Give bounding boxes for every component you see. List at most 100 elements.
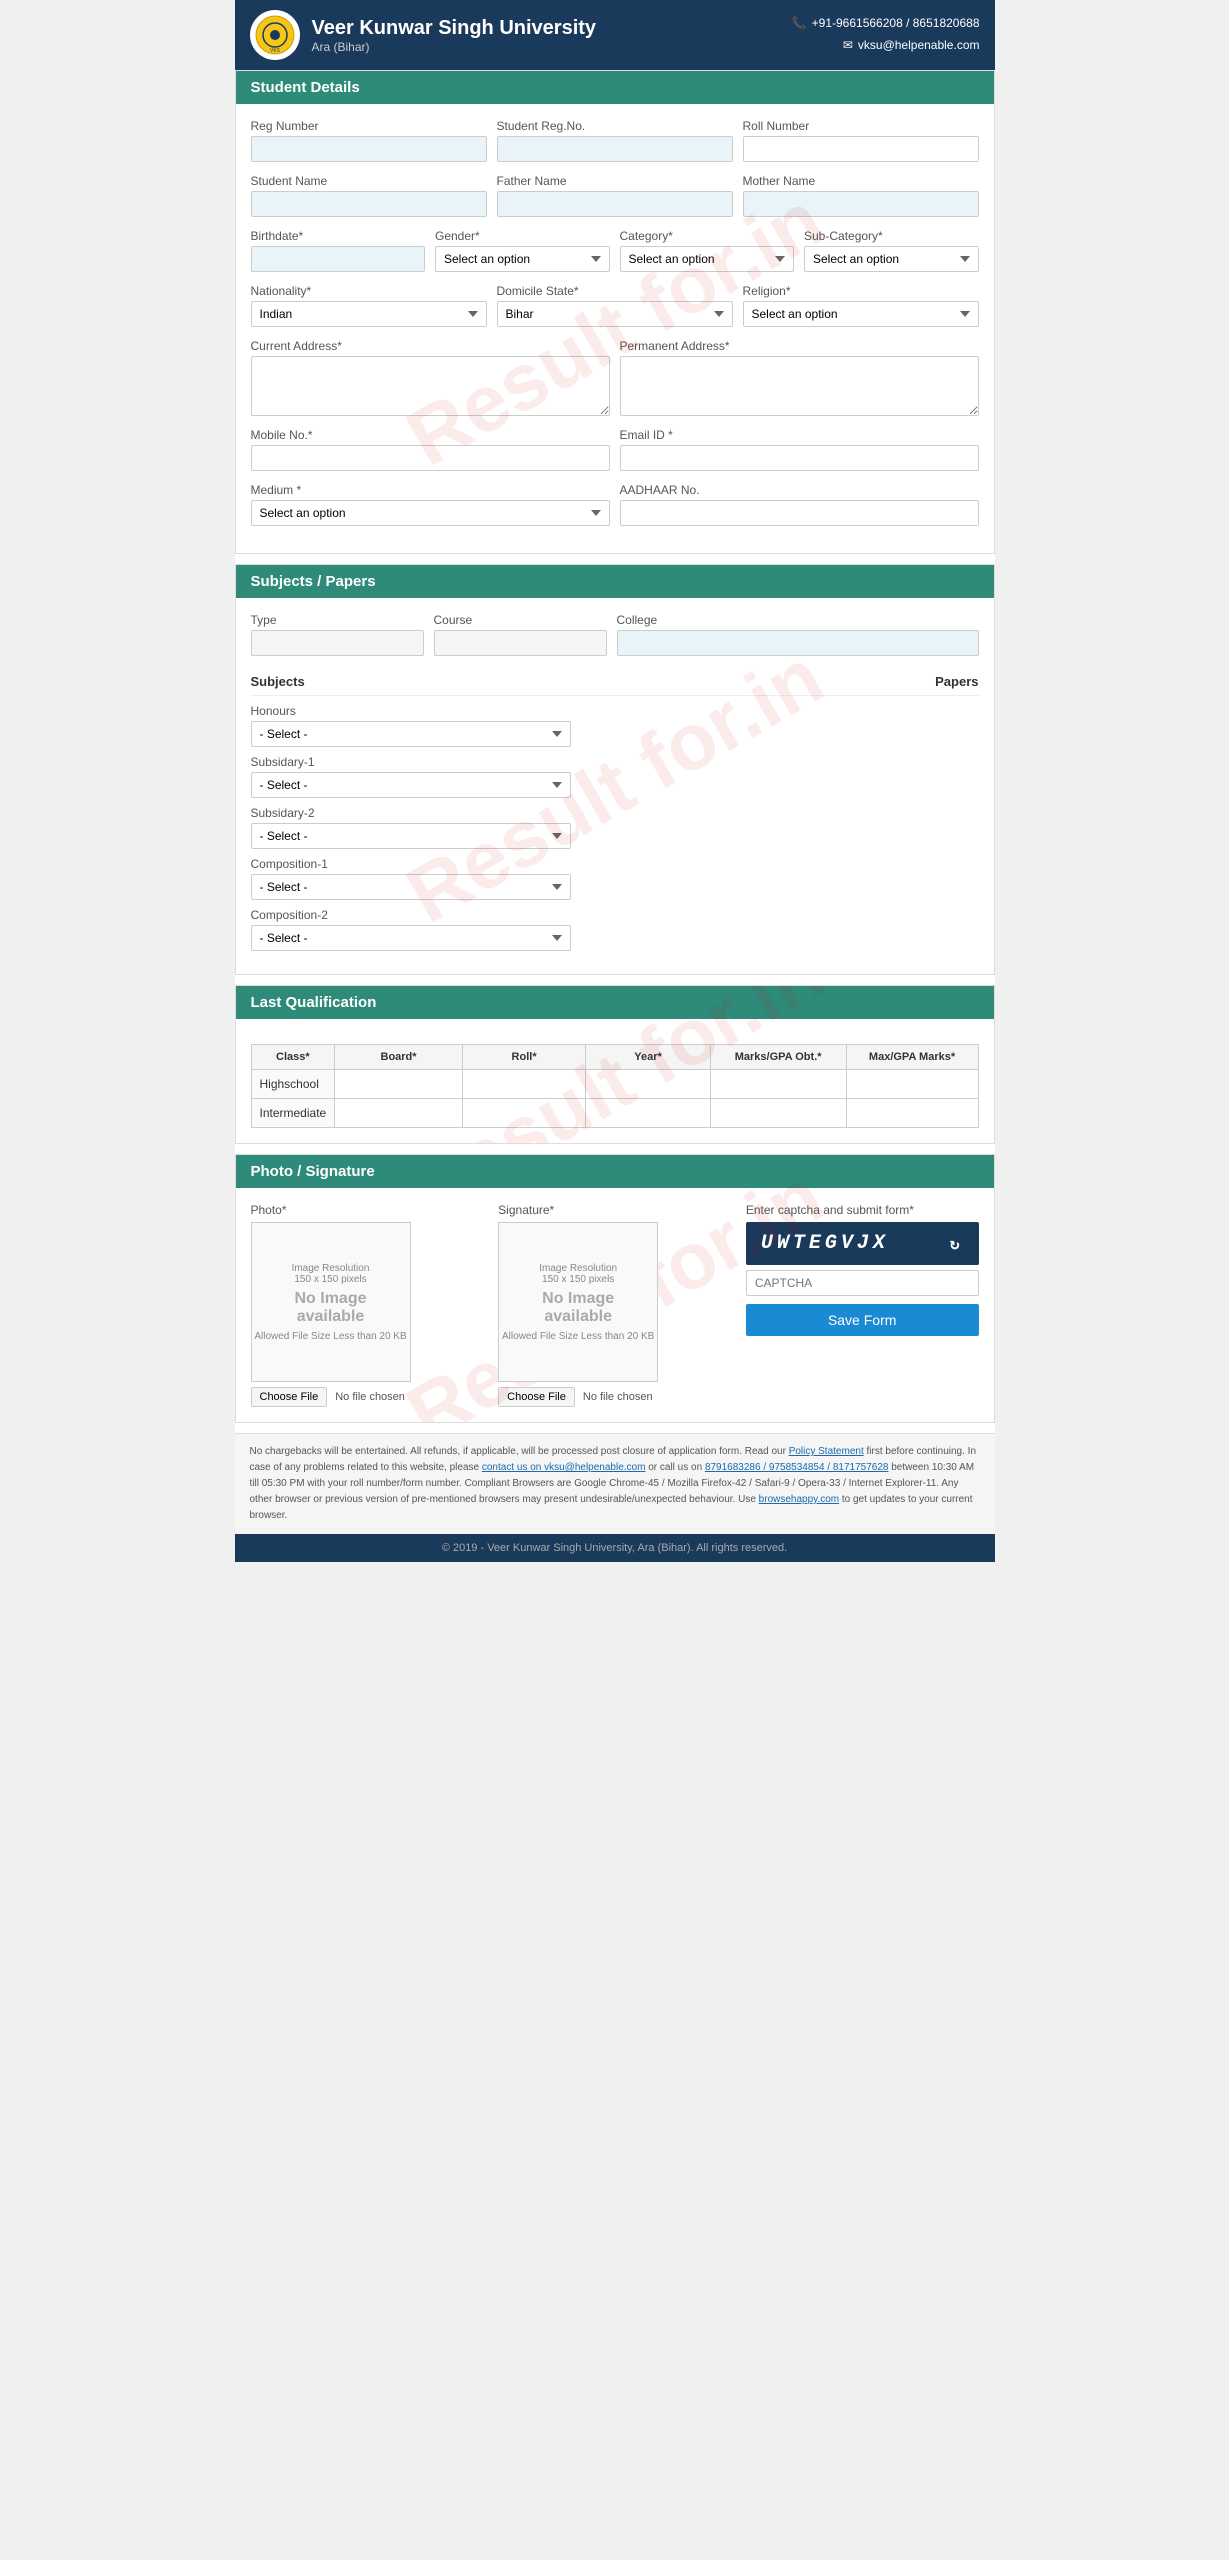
photo-choose-btn[interactable]: Choose File xyxy=(251,1387,328,1407)
course-cell: Course (Hons) YEAR-1 xyxy=(434,613,607,656)
roll-number-input[interactable] xyxy=(743,136,979,162)
subjects-cols-header: Subjects Papers xyxy=(251,668,979,696)
honours-item: Honours - Select - xyxy=(251,704,979,747)
college-input[interactable] xyxy=(617,630,979,656)
subsidiary2-select-row: - Select - xyxy=(251,823,979,849)
birth-gender-row: Birthdate* Gender* Select an option Male… xyxy=(251,229,979,272)
subject-info-row: Type U.G. Regular Course (Hons) YEAR-1 C… xyxy=(251,613,979,656)
address-row: Current Address* Permanent Address* xyxy=(251,339,979,416)
current-address-input[interactable] xyxy=(251,356,610,416)
student-reg-input[interactable] xyxy=(497,136,733,162)
course-label: Course xyxy=(434,613,607,627)
highschool-label: Highschool xyxy=(251,1070,335,1099)
signature-choose-btn[interactable]: Choose File xyxy=(498,1387,575,1407)
footer-note: No chargebacks will be entertained. All … xyxy=(235,1433,995,1534)
composition2-select[interactable]: - Select - xyxy=(251,925,571,951)
category-select[interactable]: Select an option General OBC SC ST xyxy=(620,246,795,272)
email-id-label: Email ID * xyxy=(620,428,979,442)
captcha-refresh-btn[interactable]: ↻ xyxy=(950,1234,964,1254)
nationality-select[interactable]: Indian xyxy=(251,301,487,327)
roll-number-group: Roll Number xyxy=(743,119,979,162)
captcha-input[interactable] xyxy=(746,1270,979,1296)
honours-select[interactable]: - Select - xyxy=(251,721,571,747)
name-row: Student Name Father Name Mother Name xyxy=(251,174,979,217)
highschool-marks-input[interactable] xyxy=(715,1074,842,1094)
photo-no-image: No Imageavailable xyxy=(294,1290,366,1326)
subsidiary1-label: Subsidary-1 xyxy=(251,755,979,769)
reg-row: Reg Number Student Reg.No. Roll Number xyxy=(251,119,979,162)
course-input: (Hons) YEAR-1 xyxy=(434,630,607,656)
subcategory-group: Sub-Category* Select an option xyxy=(804,229,979,272)
medium-select[interactable]: Select an option Hindi English xyxy=(251,500,610,526)
permanent-address-input[interactable] xyxy=(620,356,979,416)
intermediate-year-input[interactable] xyxy=(590,1103,705,1123)
type-cell: Type U.G. Regular xyxy=(251,613,424,656)
type-label: Type xyxy=(251,613,424,627)
aadhaar-group: AADHAAR No. xyxy=(620,483,979,526)
honours-select-row: - Select - xyxy=(251,721,979,747)
religion-select[interactable]: Select an option Hindu Muslim Christian … xyxy=(743,301,979,327)
gender-group: Gender* Select an option Male Female Oth… xyxy=(435,229,610,272)
policy-link[interactable]: Policy Statement xyxy=(789,1446,864,1457)
student-name-input[interactable] xyxy=(251,191,487,217)
reg-number-group: Reg Number xyxy=(251,119,487,162)
domicile-select[interactable]: Bihar xyxy=(497,301,733,327)
aadhaar-label: AADHAAR No. xyxy=(620,483,979,497)
intermediate-board-input[interactable] xyxy=(339,1103,458,1123)
intermediate-roll-input[interactable] xyxy=(467,1103,581,1123)
highschool-roll-input[interactable] xyxy=(467,1074,581,1094)
papers-col-label: Papers xyxy=(935,674,978,689)
permanent-address-label: Permanent Address* xyxy=(620,339,979,353)
sig-no-image: No Imageavailable xyxy=(542,1290,614,1326)
composition1-select[interactable]: - Select - xyxy=(251,874,571,900)
subsidiary1-item: Subsidary-1 - Select - xyxy=(251,755,979,798)
qualification-table: Class* Board* Roll* Year* Marks/GPA Obt.… xyxy=(251,1044,979,1128)
mother-name-input[interactable] xyxy=(743,191,979,217)
photo-sig-row: Photo* Image Resolution 150 x 150 pixels… xyxy=(251,1203,979,1407)
reg-number-label: Reg Number xyxy=(251,119,487,133)
captcha-image: UWTEGVJX ↻ xyxy=(746,1222,979,1265)
photo-signature-header: Photo / Signature xyxy=(236,1155,994,1188)
highschool-max-input[interactable] xyxy=(851,1074,974,1094)
email-input[interactable] xyxy=(620,445,979,471)
subcategory-select[interactable]: Select an option xyxy=(804,246,979,272)
category-label: Category* xyxy=(620,229,795,243)
birthdate-input[interactable] xyxy=(251,246,426,272)
composition2-select-row: - Select - xyxy=(251,925,979,951)
subsidiary1-select[interactable]: - Select - xyxy=(251,772,571,798)
gender-select[interactable]: Select an option Male Female Other xyxy=(435,246,610,272)
board-col-header: Board* xyxy=(335,1045,463,1070)
email-icon: ✉ xyxy=(843,35,853,57)
browsehappy-link[interactable]: browsehappy.com xyxy=(759,1494,839,1505)
gender-label: Gender* xyxy=(435,229,610,243)
save-form-btn[interactable]: Save Form xyxy=(746,1304,979,1336)
subsidiary2-label: Subsidary-2 xyxy=(251,806,979,820)
intermediate-row: Intermediate xyxy=(251,1099,978,1128)
mobile-input[interactable] xyxy=(251,445,610,471)
photo-placeholder: Image Resolution 150 x 150 pixels No Ima… xyxy=(251,1222,411,1382)
subsidiary2-select[interactable]: - Select - xyxy=(251,823,571,849)
father-name-input[interactable] xyxy=(497,191,733,217)
roll-col-header: Roll* xyxy=(462,1045,585,1070)
photo-signature-section: Photo / Signature Result for.in Photo* I… xyxy=(235,1154,995,1423)
highschool-board-input[interactable] xyxy=(339,1074,458,1094)
intermediate-max-input[interactable] xyxy=(851,1103,974,1123)
student-details-section: Student Details Result for.in Reg Number… xyxy=(235,70,995,554)
marks-col-header: Marks/GPA Obt.* xyxy=(710,1045,846,1070)
photo-file-info: Allowed File Size Less than 20 KB xyxy=(254,1331,406,1342)
svg-text:VKS: VKS xyxy=(269,48,280,54)
aadhaar-input[interactable] xyxy=(620,500,979,526)
photo-box: Photo* Image Resolution 150 x 150 pixels… xyxy=(251,1203,484,1407)
subsidiary2-item: Subsidary-2 - Select - xyxy=(251,806,979,849)
reg-number-input[interactable] xyxy=(251,136,487,162)
highschool-year-input[interactable] xyxy=(590,1074,705,1094)
phone-link[interactable]: 8791683286 / 9758534854 / 8171757628 xyxy=(705,1462,889,1473)
captcha-label: Enter captcha and submit form* xyxy=(746,1203,979,1217)
roll-number-label: Roll Number xyxy=(743,119,979,133)
photo-size: 150 x 150 pixels xyxy=(294,1274,366,1285)
photo-resolution: Image Resolution xyxy=(292,1263,370,1274)
domicile-group: Domicile State* Bihar xyxy=(497,284,733,327)
contact-link[interactable]: contact us on vksu@helpenable.com xyxy=(482,1462,646,1473)
intermediate-marks-input[interactable] xyxy=(715,1103,842,1123)
photo-no-file: No file chosen xyxy=(335,1391,405,1403)
